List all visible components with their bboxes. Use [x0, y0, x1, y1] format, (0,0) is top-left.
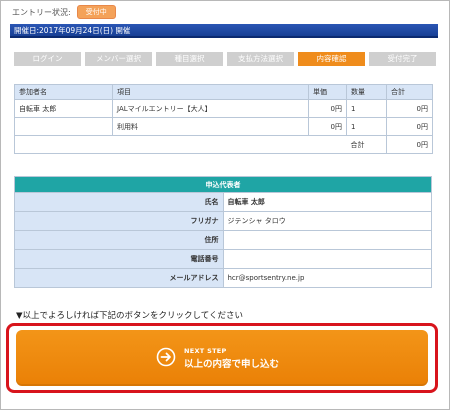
- rep-value: 自転車 太郎: [222, 192, 432, 212]
- col-unit-price: 単価: [308, 84, 347, 100]
- unit-price: 0円: [308, 117, 347, 136]
- entry-status: エントリー状況: 受付中: [12, 5, 116, 19]
- step-login: ログイン: [14, 52, 81, 66]
- rep-label: 電話番号: [14, 249, 224, 269]
- rep-label: 住所: [14, 230, 224, 250]
- rep-row-name: 氏名 自転車 太郎: [14, 192, 432, 212]
- representative-table: 申込代表者 氏名 自転車 太郎 フリガナ ジテンシャ タロウ 住所 電話番号 メ…: [14, 176, 432, 288]
- col-qty: 数量: [346, 84, 387, 100]
- line-total: 0円: [386, 117, 433, 136]
- progress-steps: ログイン メンバー選択 種目選択 支払方法選択 内容確認 受付完了: [14, 52, 436, 66]
- rep-row-phone: 電話番号: [14, 249, 432, 269]
- rep-row-address: 住所: [14, 230, 432, 250]
- participant-name: [14, 117, 113, 136]
- entry-status-badge: 受付中: [76, 5, 116, 19]
- step-payment-select: 支払方法選択: [227, 52, 294, 66]
- rep-value: [222, 249, 432, 269]
- table-row: 利用料 0円 1 0円: [14, 117, 433, 136]
- entry-status-label: エントリー状況:: [12, 7, 71, 17]
- rep-value: hcr@sportsentry.ne.jp: [222, 268, 432, 288]
- rep-label: メールアドレス: [14, 268, 224, 288]
- submit-application-button[interactable]: NEXT STEP 以上の内容で申し込む: [16, 330, 428, 386]
- step-complete: 受付完了: [369, 52, 436, 66]
- next-step-label: NEXT STEP: [184, 347, 227, 355]
- participant-name: 自転車 太郎: [14, 99, 113, 118]
- rep-label: 氏名: [14, 192, 224, 212]
- table-row: 自転車 太郎 JALマイルエントリー【大人】 0円 1 0円: [14, 99, 433, 118]
- step-member-select: メンバー選択: [85, 52, 152, 66]
- rep-label: フリガナ: [14, 211, 224, 231]
- representative-title: 申込代表者: [14, 176, 432, 193]
- rep-row-furigana: フリガナ ジテンシャ タロウ: [14, 211, 432, 231]
- submit-button-label: 以上の内容で申し込む: [184, 359, 280, 370]
- quantity: 1: [346, 117, 387, 136]
- item-name: 利用料: [112, 117, 309, 136]
- order-table: 参加者名 項目 単価 数量 合計 自転車 太郎 JALマイルエントリー【大人】 …: [14, 84, 433, 154]
- summary-row: 合計 0円: [14, 135, 433, 154]
- summary-label: 合計: [346, 135, 387, 154]
- event-date-bar: 開催日:2017年09月24日(日) 開催: [10, 24, 438, 38]
- step-confirm: 内容確認: [298, 52, 365, 66]
- item-name: JALマイルエントリー【大人】: [112, 99, 309, 118]
- instruction-text: ▼以上でよろしければ下記のボタンをクリックしてください: [16, 311, 244, 321]
- arrow-right-circle-icon: [156, 347, 176, 367]
- rep-value: ジテンシャ タロウ: [222, 211, 432, 231]
- summary-total: 0円: [386, 135, 433, 154]
- line-total: 0円: [386, 99, 433, 118]
- rep-value: [222, 230, 432, 250]
- quantity: 1: [346, 99, 387, 118]
- col-item: 項目: [112, 84, 309, 100]
- col-total: 合計: [386, 84, 433, 100]
- col-participant: 参加者名: [14, 84, 113, 100]
- order-header-row: 参加者名 項目 単価 数量 合計: [14, 84, 433, 100]
- step-event-select: 種目選択: [156, 52, 223, 66]
- unit-price: 0円: [308, 99, 347, 118]
- rep-row-email: メールアドレス hcr@sportsentry.ne.jp: [14, 268, 432, 288]
